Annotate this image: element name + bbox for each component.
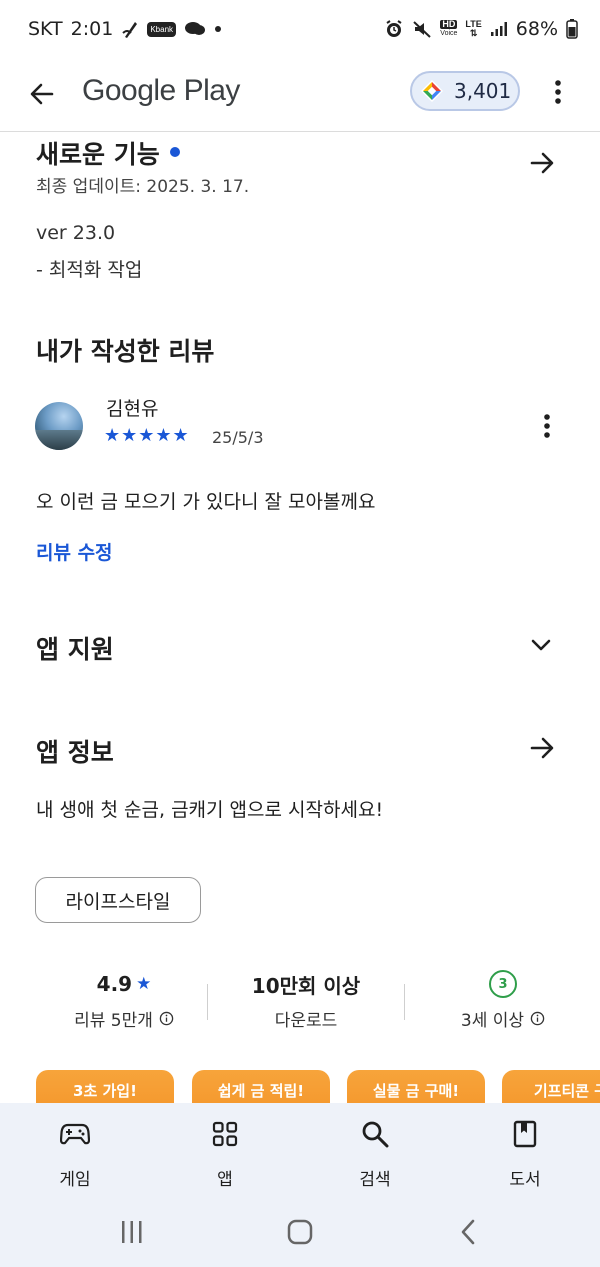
about-app-title: 앱 정보	[36, 738, 114, 767]
nav-books-label: 도서	[509, 1170, 541, 1190]
nav-search[interactable]: 검색	[325, 1117, 425, 1190]
info-icon[interactable]	[530, 1011, 545, 1026]
lte-icon: LTE ⇅	[465, 19, 482, 38]
battery-percent: 68%	[515, 18, 558, 40]
age-rating-badge: 3	[489, 970, 517, 998]
nav-games-label: 게임	[59, 1170, 91, 1190]
app-support-toggle[interactable]	[526, 630, 556, 660]
recent-apps-button[interactable]	[112, 1217, 152, 1247]
voice-label: Voice	[440, 30, 458, 37]
play-points-value: 3,401	[454, 79, 512, 103]
reviews-count: 리뷰 5만개	[74, 1011, 153, 1031]
home-icon	[287, 1219, 313, 1245]
app-support-title[interactable]: 앱 지원	[36, 630, 114, 666]
category-chip[interactable]: 라이프스타일	[35, 877, 201, 923]
about-app-arrow-button[interactable]	[524, 730, 560, 766]
whats-new-arrow-button[interactable]	[524, 145, 560, 181]
star-icon: ★	[136, 974, 152, 994]
my-review-title: 내가 작성한 리뷰	[36, 337, 215, 366]
new-indicator-dot	[169, 147, 180, 157]
gamepad-icon	[25, 1117, 125, 1151]
status-left: SKT 2:01 Kbank	[28, 18, 222, 40]
version-text: ver 23.0	[36, 222, 116, 244]
carrier-label: SKT	[28, 18, 63, 40]
star-rating: ★★★★★	[104, 425, 190, 446]
app-title: Google Play	[82, 74, 240, 107]
clock: 2:01	[70, 18, 114, 40]
chevron-left-icon	[461, 1219, 475, 1245]
apps-grid-icon	[175, 1117, 275, 1151]
stat-rating: 4.9 ★ 리뷰 5만개	[24, 968, 224, 1031]
age-rating-label: 3세 이상	[460, 1011, 525, 1031]
bottom-navigation: 게임 앱 검색 도서	[0, 1103, 600, 1195]
battery-icon	[566, 19, 578, 39]
system-back-button[interactable]	[448, 1217, 488, 1247]
stylus-icon	[121, 19, 139, 39]
stat-downloads: 10만회 이상 다운로드	[206, 968, 406, 1032]
app-bar: Google Play 3,401	[0, 60, 600, 132]
about-app-description: 내 생애 첫 순금, 금캐기 앱으로 시작하세요!	[36, 799, 384, 821]
kebab-menu-icon	[555, 80, 561, 104]
home-button[interactable]	[280, 1217, 320, 1247]
status-right: HD Voice LTE ⇅ 68%	[384, 18, 578, 40]
reviewer-name: 김현유	[106, 398, 159, 420]
back-button[interactable]	[22, 74, 62, 114]
nav-apps[interactable]: 앱	[175, 1117, 275, 1190]
more-notifications-dot	[214, 25, 222, 33]
nav-books[interactable]: 도서	[475, 1117, 575, 1190]
avatar	[35, 402, 83, 450]
search-icon	[325, 1117, 425, 1151]
kebab-menu-icon	[544, 414, 550, 438]
chevron-down-icon	[531, 639, 551, 651]
hd-voice-icon: HD Voice	[440, 20, 458, 38]
nav-games[interactable]: 게임	[25, 1117, 125, 1190]
downloads-value: 10만회 이상	[251, 973, 361, 998]
nav-apps-label: 앱	[217, 1170, 233, 1190]
review-date: 25/5/3	[212, 428, 264, 447]
alarm-icon	[384, 19, 404, 39]
whats-new-title-text: 새로운 기능	[36, 140, 160, 169]
status-bar: SKT 2:01 Kbank HD Voice LTE ⇅ 68%	[0, 0, 600, 60]
chat-icon	[184, 20, 206, 38]
app-stats: 4.9 ★ 리뷰 5만개 10만회 이상 다운로드 3 3세 이상	[0, 968, 600, 1038]
book-icon	[475, 1117, 575, 1151]
hd-label: HD	[440, 20, 458, 29]
mute-icon	[412, 19, 432, 39]
play-points-chip[interactable]: 3,401	[410, 71, 520, 111]
more-options-button[interactable]	[542, 74, 574, 110]
release-note: - 최적화 작업	[36, 259, 143, 281]
kbank-icon: Kbank	[147, 21, 177, 37]
info-icon[interactable]	[159, 1011, 174, 1026]
last-updated: 최종 업데이트: 2025. 3. 17.	[36, 177, 250, 197]
stat-age-rating: 3 3세 이상	[403, 968, 600, 1031]
arrow-right-icon	[530, 737, 554, 759]
downloads-label: 다운로드	[274, 1011, 338, 1031]
play-points-icon	[421, 80, 443, 102]
whats-new-title: 새로운 기능	[36, 135, 180, 171]
rating-value: 4.9	[96, 972, 133, 996]
arrow-right-icon	[530, 152, 554, 174]
review-options-button[interactable]	[532, 408, 562, 444]
edit-review-link[interactable]: 리뷰 수정	[36, 538, 113, 565]
arrow-left-icon	[30, 83, 54, 105]
recent-apps-icon	[122, 1221, 142, 1243]
system-navigation-bar	[0, 1195, 600, 1267]
review-text: 오 이런 금 모으기 가 있다니 잘 모아볼께요	[36, 491, 376, 513]
signal-icon	[490, 21, 508, 37]
nav-search-label: 검색	[359, 1170, 391, 1190]
